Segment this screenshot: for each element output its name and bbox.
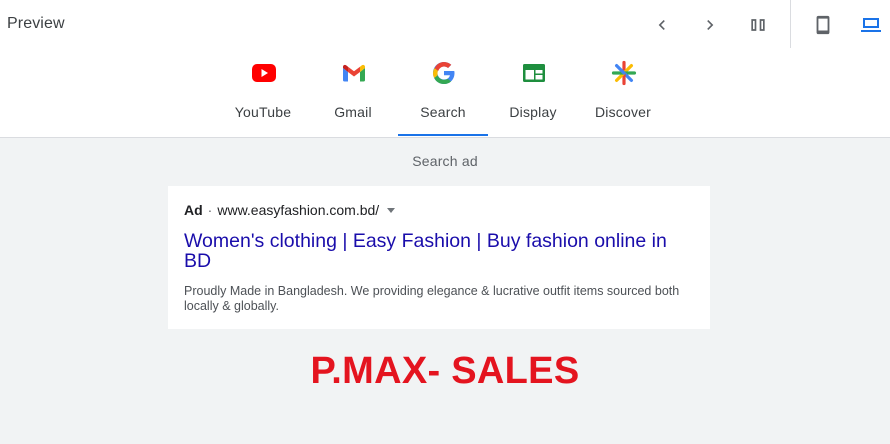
next-button[interactable] bbox=[695, 10, 725, 40]
tab-label: Search bbox=[420, 104, 466, 120]
display-icon bbox=[521, 60, 547, 86]
desktop-view-button[interactable] bbox=[856, 10, 886, 40]
split-view-button[interactable] bbox=[743, 10, 773, 40]
preview-subtitle: Search ad bbox=[412, 153, 478, 169]
tab-label: Discover bbox=[594, 104, 652, 120]
chevron-down-icon[interactable] bbox=[387, 207, 396, 213]
tab-label: Display bbox=[509, 104, 557, 120]
tab-label: YouTube bbox=[234, 104, 292, 120]
page-title: Preview bbox=[7, 15, 65, 32]
tab-gmail[interactable]: Gmail bbox=[308, 56, 398, 136]
separator: · bbox=[207, 202, 213, 218]
mobile-icon bbox=[816, 15, 830, 35]
search-ad-card: Ad · www.easyfashion.com.bd/ Women's clo… bbox=[168, 186, 710, 329]
ad-label: Ad bbox=[184, 202, 203, 218]
toolbar-divider bbox=[790, 0, 791, 48]
desktop-icon bbox=[861, 18, 881, 32]
preview-header: Preview YouTube Gmail Search Display Dis… bbox=[0, 0, 890, 138]
gmail-icon bbox=[341, 60, 367, 86]
overlay-caption: P.MAX- SALES bbox=[310, 350, 580, 392]
google-icon bbox=[431, 60, 457, 86]
split-view-icon bbox=[751, 19, 765, 31]
display-url[interactable]: www.easyfashion.com.bd/ bbox=[217, 202, 379, 218]
tab-label: Gmail bbox=[334, 104, 372, 120]
ad-headline[interactable]: Women's clothing | Easy Fashion | Buy fa… bbox=[184, 231, 674, 271]
ad-description: Proudly Made in Bangladesh. We providing… bbox=[184, 284, 680, 313]
chevron-right-icon bbox=[707, 20, 714, 30]
tab-display[interactable]: Display bbox=[488, 56, 578, 136]
discover-icon bbox=[611, 60, 637, 86]
chevron-left-icon bbox=[658, 20, 665, 30]
tab-discover[interactable]: Discover bbox=[578, 56, 668, 136]
active-tab-indicator bbox=[398, 134, 488, 136]
tab-search[interactable]: Search bbox=[398, 56, 488, 136]
mobile-view-button[interactable] bbox=[808, 10, 838, 40]
tab-youtube[interactable]: YouTube bbox=[218, 56, 308, 136]
previous-button[interactable] bbox=[647, 10, 677, 40]
youtube-icon bbox=[251, 60, 277, 86]
ad-url-line: Ad · www.easyfashion.com.bd/ bbox=[184, 202, 396, 218]
